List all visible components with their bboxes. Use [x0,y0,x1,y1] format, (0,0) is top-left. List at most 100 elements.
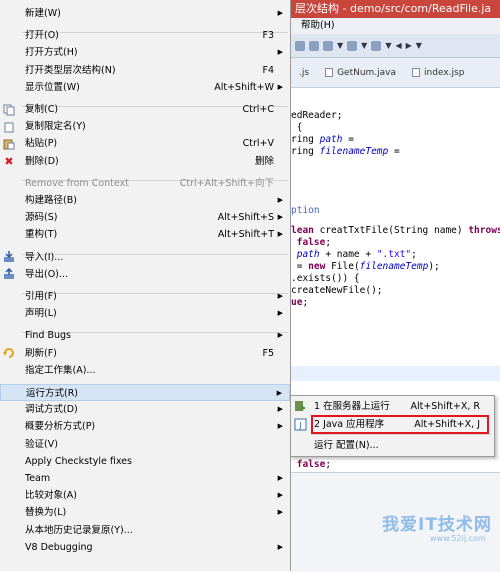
paste-icon [2,137,16,150]
submenu-arrow-icon: ▶ [277,213,283,222]
code-token: ; [411,249,417,260]
toolbar-button-icon[interactable] [295,40,305,51]
code-token: throws [468,225,500,236]
toolbar: ▼ ▼ ▼ ◀ ▶ ▼ [291,34,500,58]
submenu-arrow-icon: ▶ [277,196,283,204]
code-line: = new File(filenameTemp); [291,261,440,272]
code-line: ption [291,205,320,216]
toolbar-button-icon[interactable] [309,40,319,51]
menu-item-accelerator: F3 [262,30,274,42]
code-token: ); [428,261,440,272]
delete-icon: ✖ [4,154,14,168]
toolbar-button-icon[interactable] [371,40,382,51]
menu-item-label: 运行方式(R) [26,388,79,399]
menu-item-accelerator: Alt+Shift+X, R [410,401,480,412]
toolbar-button-icon[interactable] [323,40,333,51]
file-icon [412,68,421,77]
submenu-arrow-icon: ▶ [277,292,283,300]
submenu-arrow-icon: ▶ [276,389,282,397]
menu-item-accelerator: Alt+Shift+T [217,229,274,241]
code-token: = [388,146,400,157]
forward-arrow-icon[interactable]: ▶ [406,41,412,50]
submenu-arrow-icon: ▶ [277,405,283,414]
annotation-highlight-box [311,415,489,434]
submenu-arrow-icon: ▶ [277,9,283,17]
menu-item[interactable]: 显示位置(W) Alt+Shift+W ▶ [0,79,290,96]
menu-item-label: Remove from Context [25,177,129,189]
menu-item[interactable]: 打开类型层次结构(N) F4 [0,62,290,79]
menu-item-run-configurations[interactable]: 运行 配置(N)... [291,437,494,454]
menu-item[interactable]: Apply Checkstyle fixes [0,453,290,470]
code-line: ring path = [291,134,354,145]
chevron-down-icon[interactable]: ▼ [361,41,367,50]
menu-item[interactable]: 新建(W) ▶ [0,5,290,22]
menu-item[interactable]: 打开方式(H) ▶ [0,44,290,61]
code-line: ring filenameTemp = [291,146,400,157]
editor-tab[interactable]: index.jsp [404,68,472,78]
menu-item[interactable]: 刷新(F) F5 [0,345,290,362]
code-line: path + name + ".txt"; [291,249,417,260]
code-token: lean [291,225,314,236]
menu-item[interactable]: 比较对象(A) ▶ [0,487,290,504]
chevron-down-icon[interactable]: ▼ [337,41,343,50]
code-token: ; [325,459,332,470]
menu-item[interactable]: 构建路径(B) ▶ [0,192,290,209]
menu-item[interactable]: 替换为(L) ▶ [0,504,290,521]
menu-item[interactable]: 声明(L) ▶ [0,305,290,322]
import-icon [2,251,16,264]
code-token: new [308,261,326,272]
menu-item[interactable]: 复制(C) Ctrl+C [0,101,290,118]
menu-item-label: 复制(C) [25,104,59,115]
menu-item[interactable]: Find Bugs ▶ [0,327,290,344]
code-token: ue [291,297,303,308]
menu-item-label: 导入(I)... [25,251,64,263]
menu-item[interactable]: 导入(I)... [0,249,290,266]
menu-item-run-on-server[interactable]: 1 在服务器上运行 Alt+Shift+X, R [291,398,494,415]
menu-item-label: 替换为(L) [25,507,67,519]
menu-item-accelerator: F4 [262,64,274,76]
menu-item[interactable]: 概要分析方式(P) ▶ [0,418,290,435]
menu-item[interactable]: 运行方式(R) ▶ [0,384,290,401]
code-token: filenameTemp [359,261,429,272]
editor-tab-label: .js [299,67,310,78]
menu-item[interactable]: 指定工作集(A)... [0,362,290,379]
code-token: ".txt" [376,249,412,260]
menu-item-label: 删除(D) [25,155,59,167]
menu-item[interactable]: 源码(S) Alt+Shift+S ▶ [0,209,290,226]
chevron-down-icon[interactable]: ▼ [385,41,391,50]
menu-item[interactable]: 引用(F) ▶ [0,288,290,305]
menu-bar: 帮助(H) [291,18,500,34]
menu-item-label: 显示位置(W) [25,81,80,93]
back-arrow-icon[interactable]: ◀ [395,41,401,50]
menu-item[interactable]: 导出(O)... [0,266,290,283]
menu-item: Remove from Context Ctrl+Alt+Shift+向下 [0,175,290,192]
menu-item[interactable]: 复制限定名(Y) [0,118,290,135]
menu-item-label: 构建路径(B) [25,195,77,206]
menu-item[interactable]: 验证(V) [0,436,290,453]
menu-item[interactable]: 粘贴(P) Ctrl+V [0,135,290,152]
menu-item[interactable]: 重构(T) Alt+Shift+T ▶ [0,226,290,243]
menu-item-label: 1 在服务器上运行 [314,401,390,412]
code-token: .exists()) { [291,273,360,284]
chevron-down-icon[interactable]: ▼ [416,41,422,50]
editor-tab[interactable]: .js [291,68,317,78]
toolbar-button-icon[interactable] [347,40,358,51]
menu-item-accelerator: Ctrl+V [242,138,274,150]
menu-help[interactable]: 帮助(H) [301,20,335,31]
code-token: = [342,134,354,145]
menu-item[interactable]: Team ▶ [0,470,290,487]
menu-item-label: Apply Checkstyle fixes [25,455,132,467]
menu-item-label: Team [25,473,51,484]
run-as-submenu: 1 在服务器上运行 Alt+Shift+X, R J 2 Java 应用程序 A… [290,395,495,457]
menu-item[interactable]: 从本地历史记录复原(Y)... [0,522,290,539]
menu-item[interactable]: 打开(O) F3 [0,27,290,44]
run-on-server-icon [294,400,307,413]
menu-item-label: 打开方式(H) [25,47,78,59]
menu-item[interactable]: ✖ 删除(D) 删除 [0,153,290,170]
menu-item[interactable]: V8 Debugging ▶ [0,539,290,556]
editor-tab[interactable]: GetNum.java [317,68,404,78]
code-line: { [291,122,303,133]
copy-qualified-icon [2,120,16,133]
menu-item[interactable]: 调试方式(D) ▶ [0,401,290,418]
menu-item-label: 从本地历史记录复原(Y)... [25,524,133,536]
